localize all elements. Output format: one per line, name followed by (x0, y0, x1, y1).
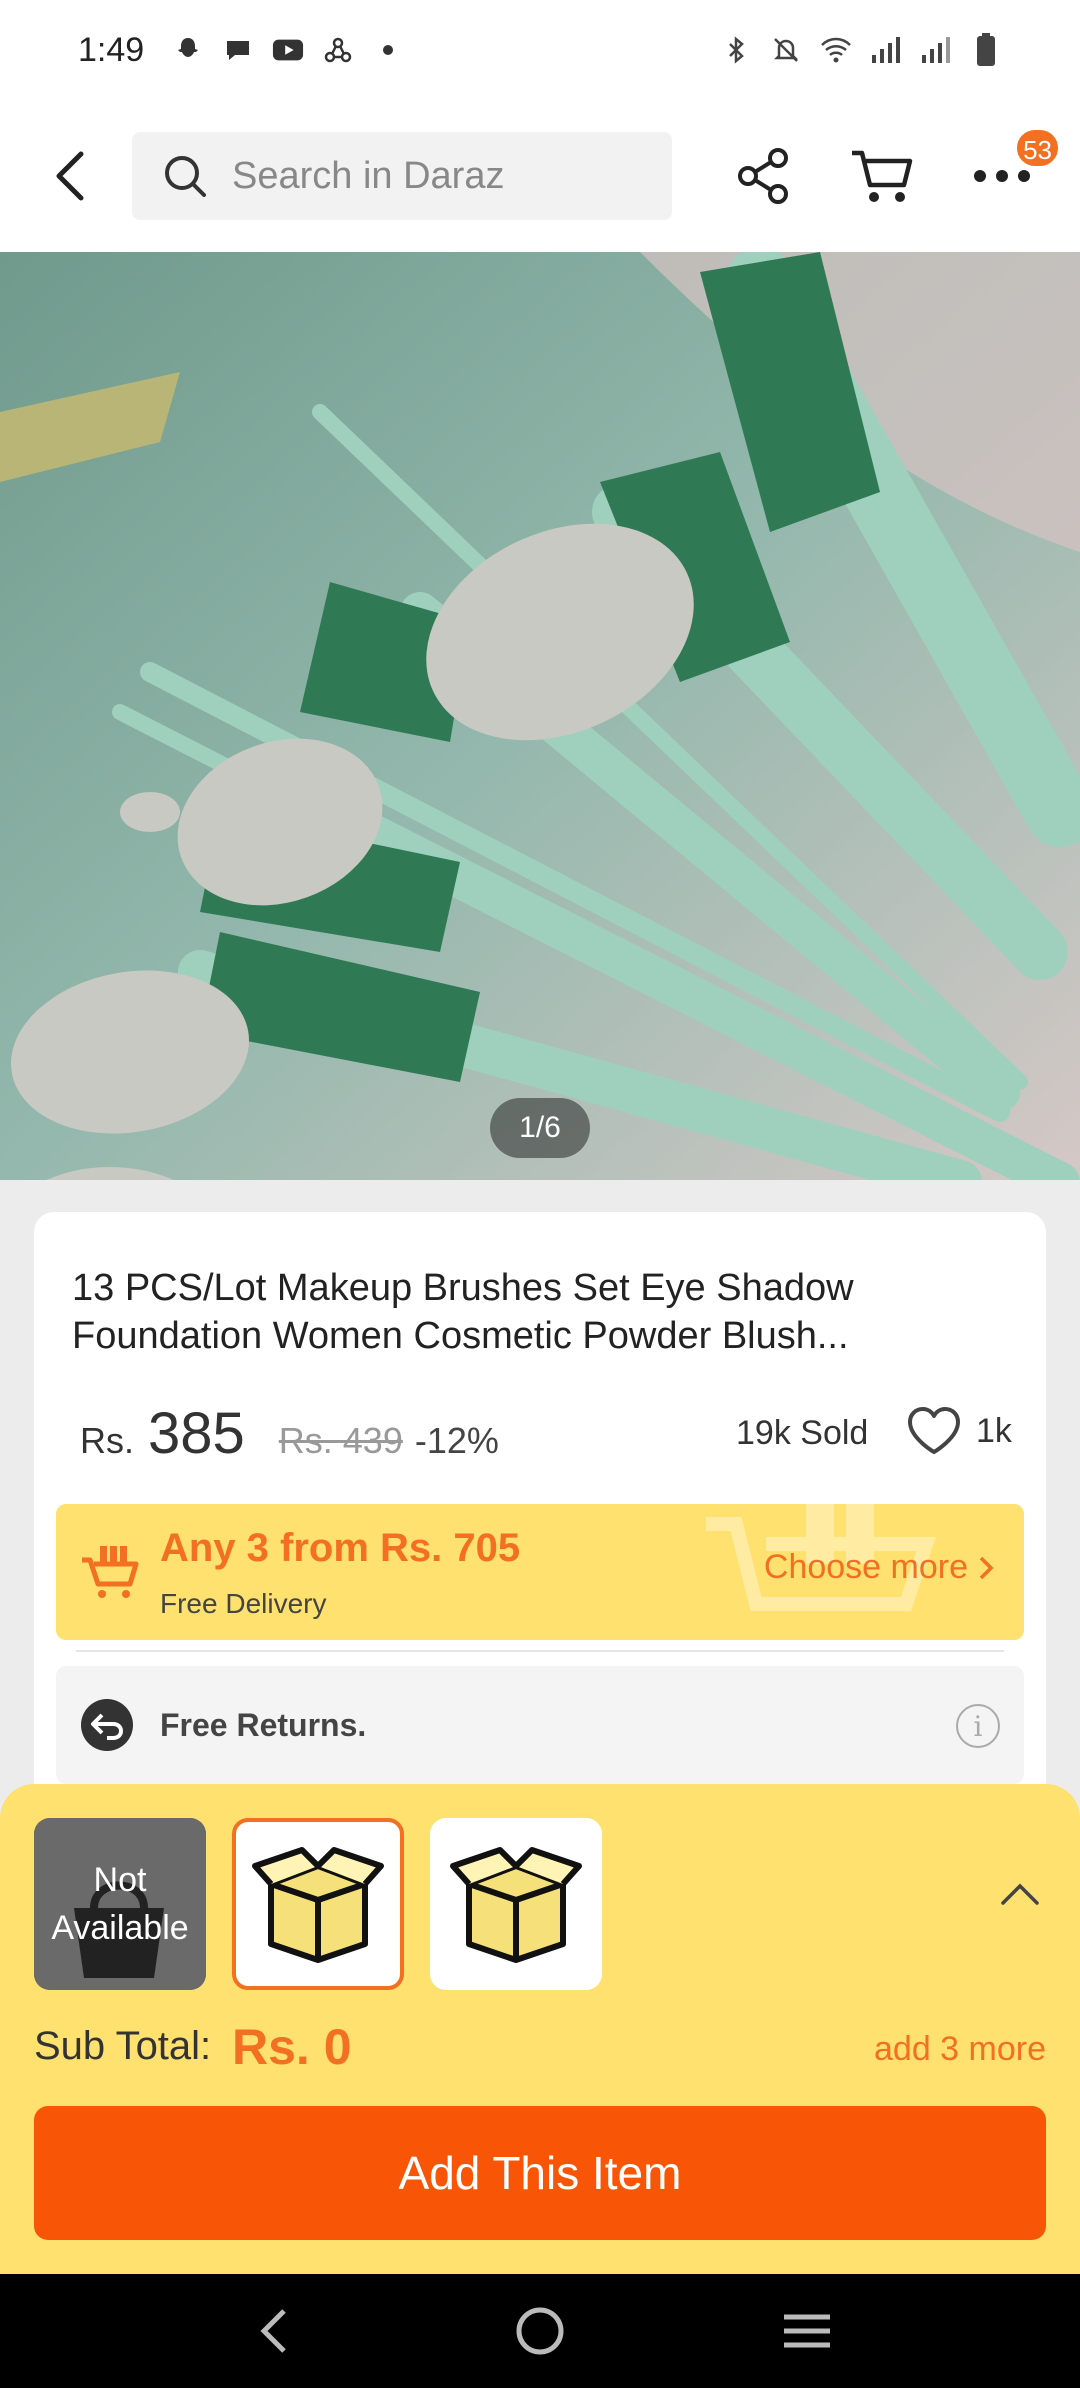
status-bar: 1:49 (0, 0, 1080, 100)
youtube-icon (272, 34, 304, 66)
return-icon (81, 1699, 133, 1751)
promo-title: Any 3 from Rs. 705 (160, 1526, 521, 1570)
price-row: Rs. 385 Rs. 439 -12% (80, 1400, 1020, 1466)
network-icon (322, 34, 354, 66)
original-price: Rs. 439 (278, 1420, 403, 1461)
variant-thumbnail-unavailable[interactable]: Not Available (34, 1818, 206, 1990)
chat-icon (222, 34, 254, 66)
expand-sheet-button[interactable] (990, 1864, 1050, 1924)
back-button[interactable] (34, 139, 108, 213)
price-value: 385 (148, 1401, 245, 1466)
choose-more-link[interactable]: Choose more (764, 1548, 994, 1587)
free-returns-row[interactable]: Free Returns. i (56, 1666, 1024, 1784)
subtotal-label: Sub Total: (34, 2024, 212, 2068)
promo-subtitle: Free Delivery (160, 1588, 327, 1619)
dot-icon (372, 34, 404, 66)
snapchat-icon (172, 34, 204, 66)
empty-slot[interactable] (430, 1818, 602, 1990)
discount-label: -12% (414, 1420, 499, 1461)
battery-icon (970, 33, 1002, 66)
search-bar[interactable] (132, 132, 672, 220)
empty-slot-selected[interactable] (232, 1818, 404, 1990)
menu-lines-icon (783, 2314, 830, 2348)
system-home-button[interactable] (505, 2296, 575, 2366)
system-back-button[interactable] (238, 2296, 308, 2366)
back-arrow-icon (260, 2309, 287, 2353)
cart-icon (852, 150, 913, 202)
add-more-hint: add 3 more (874, 2030, 1046, 2068)
box-icon (252, 1847, 384, 1963)
chevron-up-icon (1001, 1883, 1039, 1905)
price-currency: Rs. (80, 1420, 134, 1461)
product-photo (0, 252, 1080, 1180)
product-image-gallery[interactable]: 1/6 (0, 252, 1080, 1180)
bundle-bottom-sheet: Not Available Sub Total: Rs. 0 add 3 mor… (0, 1784, 1080, 2274)
not-available-label: Not Available (51, 1861, 189, 1947)
home-circle-icon (516, 2307, 564, 2355)
cart-button[interactable] (846, 140, 918, 212)
more-dots-icon (974, 170, 1030, 182)
choose-more-label: Choose more (763, 1548, 968, 1586)
system-recents-button[interactable] (772, 2296, 842, 2366)
bundle-promo-banner[interactable]: Any 3 from Rs. 705 Free Delivery Choose … (56, 1504, 1024, 1640)
sold-count: 19k Sold (736, 1414, 869, 1452)
wishlist-button[interactable]: 1k (906, 1406, 1012, 1456)
divider (76, 1650, 1004, 1652)
top-navigation: 53 (0, 100, 1080, 252)
chevron-right-icon (979, 1556, 994, 1579)
signal-icon (870, 34, 902, 66)
notification-badge: 53 (1015, 128, 1060, 168)
image-counter: 1/6 (490, 1098, 590, 1158)
box-icon (450, 1847, 582, 1963)
bundle-cart-icon (82, 1546, 139, 1598)
product-info-card: 13 PCS/Lot Makeup Brushes Set Eye Shadow… (34, 1212, 1046, 1832)
add-this-item-button[interactable]: Add This Item (34, 2106, 1046, 2240)
share-button[interactable] (728, 140, 800, 212)
share-icon (738, 148, 788, 204)
status-left-icons (172, 34, 404, 66)
mute-icon (770, 34, 802, 66)
chevron-left-icon (56, 151, 84, 201)
free-returns-label: Free Returns. (160, 1706, 367, 1743)
subtotal-value: Rs. 0 (232, 2019, 352, 2075)
product-title[interactable]: 13 PCS/Lot Makeup Brushes Set Eye Shadow… (72, 1264, 972, 1360)
heart-icon (908, 1407, 960, 1454)
search-input[interactable] (232, 154, 652, 198)
wishlist-count: 1k (976, 1411, 1012, 1450)
more-options-button[interactable]: 53 (966, 128, 1060, 212)
signal-icon (920, 34, 952, 66)
wifi-icon (820, 34, 852, 66)
info-icon[interactable]: i (956, 1704, 1000, 1748)
status-right-icons (720, 33, 1002, 66)
system-navigation-bar (0, 2274, 1080, 2388)
bluetooth-icon (720, 34, 752, 66)
search-icon (165, 156, 206, 197)
status-time: 1:49 (78, 30, 145, 69)
